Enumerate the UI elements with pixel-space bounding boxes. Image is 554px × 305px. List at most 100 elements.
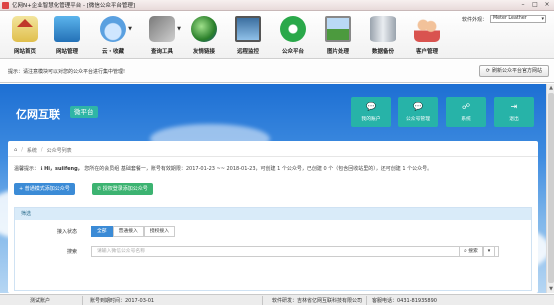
toolbar-friend-links-button[interactable]: 友情链接 (183, 14, 225, 58)
web-content: 亿网互联 微平台 💬 我的账户 💬 公众号管理 ☍ 系统 ⇥ 退出 ⌂ / 系统… (0, 84, 546, 293)
app-logo-icon (2, 1, 9, 9)
button-label: 授权登录添加公众号 (102, 186, 148, 192)
info-icon: ℹ (40, 166, 43, 172)
logout-icon: ⇥ (510, 102, 518, 111)
add-auth-account-button[interactable]: ✆ 授权登录添加公众号 (92, 183, 153, 195)
toolbar-label: 查询工具 (150, 49, 173, 55)
filter-normal[interactable]: 普通接入 (112, 226, 144, 237)
chat-icon: 💬 (413, 102, 423, 111)
refresh-official-site-button[interactable]: ⟳ 刷新公众平台官方网站 (478, 65, 549, 77)
vertical-scrollbar[interactable]: ▲ ▼ (546, 84, 554, 293)
divider (8, 156, 538, 157)
status-divider (366, 296, 367, 305)
status-expire: 账号到期时间：2017-03-01 (90, 298, 155, 304)
status-divider (262, 296, 263, 305)
tip-text: 温馨提示： ℹ Hi，suiifeng， 您所在的会员组 基础套餐一，账号有效期… (14, 165, 432, 172)
scroll-thumb[interactable] (548, 93, 554, 283)
notice-bar: 提示：请注意模块可以对您的公众平台进行集中管理! ⟳ 刷新公众平台官方网站 (0, 60, 554, 83)
brand-name: 亿网互联 (16, 108, 60, 121)
skin-select[interactable]: Meter Leather (490, 15, 546, 23)
toolbar-home-button[interactable]: 网站首页 (4, 14, 46, 58)
toolbar-label: 客户管理 (415, 49, 438, 55)
breadcrumb-system[interactable]: 系统 (27, 147, 37, 154)
skin-label: 软件外观： (461, 16, 487, 23)
status-developer: 软件研发：吉林省亿网互联科技有限公司 (272, 298, 363, 304)
search-input[interactable]: 请输入微信公众号名称 (91, 246, 499, 257)
notice-text: 提示：请注意模块可以对您的公众平台进行集中管理! (8, 69, 126, 75)
toolbar-label: 云・收藏 (101, 49, 124, 55)
filter-header: 筛选 (15, 208, 531, 220)
minimize-button[interactable]: – (518, 1, 528, 9)
button-label: 普通模式添加公众号 (24, 186, 70, 192)
cloud-icon (100, 16, 126, 42)
toolbar-backup-button[interactable]: 数据备份 (362, 14, 404, 58)
home-icon (12, 16, 38, 42)
search-button-label: 搜索 (468, 249, 478, 254)
filter-all[interactable]: 全部 (91, 226, 113, 237)
nav-label: 系统 (461, 117, 471, 122)
toolbar-customer-button[interactable]: 客户管理 (406, 14, 448, 58)
chevron-down-icon: ▼ (177, 26, 181, 32)
nav-system[interactable]: ☍ 系统 (446, 97, 486, 127)
toolbar-query-tools-button[interactable]: ▼ 查询工具 (141, 14, 183, 58)
filter-panel: 筛选 接入状态 全部 普通接入 授权接入 搜索 请输入微信公众号名称 ⌕ 搜索 … (14, 207, 532, 291)
breadcrumb-current: 公众号列表 (46, 148, 72, 154)
users-icon (414, 16, 440, 42)
breadcrumb: ⌂ / 系统 / 公众号列表 (14, 147, 72, 154)
toolbar-site-manage-button[interactable]: 网站管理 (46, 14, 88, 58)
nav-my-account[interactable]: 💬 我的账户 (351, 97, 391, 127)
scroll-down-icon[interactable]: ▼ (547, 285, 554, 293)
home-icon[interactable]: ⌂ (14, 147, 17, 154)
tools-icon (149, 16, 175, 42)
toolbar-label: 远程监控 (236, 49, 259, 55)
nav-label: 我的账户 (361, 117, 381, 122)
toolbar-label: 数据备份 (371, 49, 394, 55)
nav-account-manage[interactable]: 💬 公众号管理 (398, 97, 438, 127)
access-status-label: 接入状态 (57, 229, 78, 235)
add-normal-account-button[interactable]: + 普通模式添加公众号 (14, 183, 75, 195)
window-controls: – □ × (518, 1, 552, 9)
window-title-bar: 亿网N+企业智慧化管理平台 - [微信公众平台管理] – □ × (0, 0, 554, 11)
toolbar-remote-monitor-button[interactable]: 远程监控 (227, 14, 269, 58)
status-bar: 测试账户 账号到期时间：2017-03-01 软件研发：吉林省亿网互联科技有限公… (0, 294, 554, 305)
search-dropdown-button[interactable]: ▾ (483, 246, 495, 257)
status-divider (82, 296, 83, 305)
toolbar-label: 网站首页 (13, 49, 36, 55)
status-user: 测试账户 (30, 298, 51, 304)
tip-prefix: 温馨提示： (14, 166, 40, 172)
sitemap-icon: ☍ (461, 102, 471, 111)
nav-label: 公众号管理 (406, 117, 430, 122)
toolbar-label: 图片处理 (326, 49, 349, 55)
content-panel: ⌂ / 系统 / 公众号列表 温馨提示： ℹ Hi，suiifeng， 您所在的… (8, 141, 538, 293)
maximize-button[interactable]: □ (530, 1, 540, 9)
toolbar-label: 网站管理 (55, 49, 78, 55)
search-icon: ⌕ (464, 249, 467, 254)
nav-logout[interactable]: ⇥ 退出 (494, 97, 534, 127)
refresh-label: 刷新公众平台官方网站 (491, 68, 542, 74)
wechat-icon: ✆ (97, 186, 102, 192)
search-label: 搜索 (67, 249, 78, 255)
close-button[interactable]: × (542, 1, 552, 9)
tip-user: Hi，suiifeng， (44, 166, 83, 172)
brand-tag: 微平台 (70, 106, 98, 118)
toolbar-cloud-button[interactable]: ▼ 云・收藏 (92, 14, 134, 58)
breadcrumb-separator: / (21, 147, 23, 153)
toolbar-image-button[interactable]: 图片处理 (317, 14, 359, 58)
database-icon (370, 16, 396, 42)
network-icon (54, 16, 80, 42)
wechat-icon (280, 16, 306, 42)
tip-body: 您所在的会员组 基础套餐一，账号有效期限：2017-01-23 ~~ 2018-… (84, 166, 433, 172)
chevron-down-icon: ▼ (128, 26, 132, 32)
toolbar-label: 公众平台 (281, 49, 304, 55)
breadcrumb-separator: / (40, 147, 43, 153)
search-button[interactable]: ⌕ 搜索 (459, 246, 483, 257)
toolbar-label: 友情链接 (192, 49, 215, 55)
toolbar-public-platform-button[interactable]: 公众平台 (272, 14, 314, 58)
scroll-up-icon[interactable]: ▲ (547, 84, 554, 92)
main-toolbar: 网站首页 网站管理 ▼ 云・收藏 ▼ 查询工具 友情链接 远程监控 公众平台 图… (0, 11, 554, 59)
image-icon (325, 16, 351, 42)
skin-selector: 软件外观： Meter Leather (462, 15, 546, 23)
filter-auth[interactable]: 授权接入 (143, 226, 176, 237)
monitor-icon (235, 16, 261, 42)
access-status-filter: 全部 普通接入 授权接入 (91, 226, 176, 237)
